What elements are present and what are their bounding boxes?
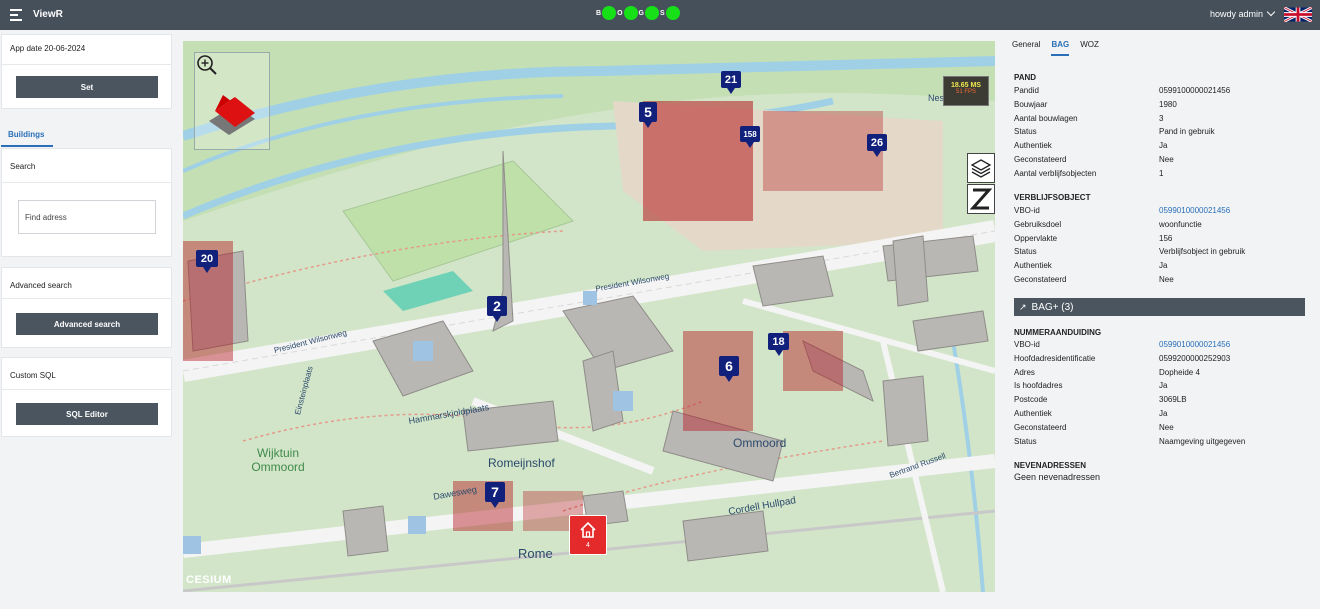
street-label: Ommoord <box>733 436 787 450</box>
fps-ms: 18.65 MS <box>951 82 981 89</box>
status-o: O <box>617 6 638 20</box>
status-dot <box>602 6 617 20</box>
kv-row: Aantal verblijfsobjecten 1 <box>1014 168 1164 178</box>
home-count: 4 <box>586 542 590 549</box>
pand-title: PAND <box>1014 73 1037 82</box>
status-dot <box>644 6 659 20</box>
cluster-marker[interactable]: 158 <box>740 126 760 148</box>
kv-row: Authentiek Ja <box>1014 261 1168 271</box>
kv-row: Is hoofdadres Ja <box>1014 381 1168 391</box>
tab-general[interactable]: General <box>1012 40 1040 56</box>
tab-woz[interactable]: WOZ <box>1080 40 1099 56</box>
layers-button[interactable] <box>967 153 995 183</box>
status-dot <box>623 6 638 20</box>
bag-plus-toggle[interactable]: ↗ BAG+ (3) <box>1014 298 1305 316</box>
selected-home-marker[interactable]: 4 <box>569 515 607 555</box>
tab-underline <box>1 145 172 147</box>
kv-row: Status Naamgeving uitgegeven <box>1014 436 1246 446</box>
status-dot <box>665 6 680 20</box>
layers-icon <box>970 159 992 178</box>
bag-plus-label: BAG+ (3) <box>1031 301 1074 313</box>
kv-row: Oppervlakte 156 <box>1014 233 1173 243</box>
service-status-strip: B O G S <box>596 6 681 20</box>
custom-sql-label: Custom SQL <box>10 371 56 380</box>
map-viewer[interactable]: President Wilsonweg President Wilsonweg … <box>183 41 995 592</box>
fps-value: 51 FPS <box>955 89 976 95</box>
cluster-marker[interactable]: 21 <box>721 71 741 94</box>
kv-row: VBO-id 0599010000021456 <box>1014 204 1245 218</box>
chevron-down-icon <box>1266 7 1276 17</box>
status-g: G <box>639 6 659 20</box>
cluster-marker[interactable]: 2 <box>487 296 507 322</box>
kv-row: Geconstateerd Nee <box>1014 154 1174 164</box>
kv-row: Pandid 0599100000021456 <box>1014 86 1231 95</box>
search-card: Search <box>1 148 172 257</box>
app-date-card: App date 20-06-2024 Set <box>1 34 172 109</box>
z-icon <box>970 188 992 210</box>
pand-table: Pandid 0599100000021456 Bouwjaar 1980 Aant… <box>1014 84 1230 181</box>
street-label: Rome <box>518 546 553 561</box>
tab-bag[interactable]: BAG <box>1051 40 1070 56</box>
kv-row: Aantal bouwlagen 3 <box>1014 113 1164 123</box>
fps-counter: 18.65 MS 51 FPS <box>943 76 989 106</box>
kv-row: Postcode 3069LB <box>1014 395 1187 405</box>
address-search-input[interactable] <box>18 200 156 234</box>
uk-flag-icon[interactable] <box>1284 7 1312 22</box>
top-bar: ViewR B O G S howdy admin <box>0 0 1320 30</box>
user-menu[interactable]: howdy admin <box>1210 7 1276 19</box>
kv-row: Authentiek Ja <box>1014 408 1168 418</box>
expand-icon: ↗ <box>1019 301 1027 312</box>
kv-row: Bouwjaar 1980 <box>1014 99 1177 109</box>
tab-buildings[interactable]: Buildings <box>8 130 44 139</box>
app-date-label: App date 20-06-2024 <box>10 44 86 53</box>
cluster-marker[interactable]: 20 <box>196 250 218 273</box>
search-label: Search <box>10 162 36 171</box>
vbo-table: VBO-id 0599010000021456 Gebruiksdoel woonf… <box>1014 204 1245 287</box>
home-icon <box>580 521 596 538</box>
kv-row: Authentiek Ja <box>1014 141 1168 151</box>
kv-row: Hoofdadresidentificatie 0599200000252903 <box>1014 353 1231 363</box>
divider <box>2 298 171 299</box>
app-title: ViewR <box>33 9 63 20</box>
street-label: Romeijnshof <box>488 456 555 470</box>
status-b: B <box>596 6 617 20</box>
vbo-id-link[interactable]: 0599010000021456 <box>1159 338 1230 352</box>
nummeraanduiding-title: NUMMERAANDUIDING <box>1014 328 1102 337</box>
menu-icon[interactable] <box>10 9 22 21</box>
divider <box>2 389 171 390</box>
map-base <box>183 41 995 592</box>
cesium-logo: CESIUM <box>186 574 232 586</box>
custom-sql-card: Custom SQL SQL Editor <box>1 357 172 437</box>
nevenadressen-value: Geen nevenadressen <box>1014 472 1101 482</box>
kv-row: VBO-id 0599010000021456 <box>1014 338 1245 352</box>
z-scale-button[interactable] <box>967 184 995 214</box>
kv-row: Status Pand in gebruik <box>1014 127 1215 137</box>
divider <box>2 182 171 183</box>
user-name: howdy admin <box>1210 9 1264 19</box>
status-s: S <box>660 6 680 20</box>
cluster-marker[interactable]: 7 <box>485 482 505 508</box>
advanced-search-card: Advanced search Advanced search <box>1 267 172 348</box>
cluster-marker[interactable]: 26 <box>867 134 887 157</box>
kv-row: Adres Dopheide 4 <box>1014 367 1200 377</box>
vbo-id-link[interactable]: 0599010000021456 <box>1159 204 1230 218</box>
kv-row: Geconstateerd Nee <box>1014 422 1174 432</box>
advanced-search-button[interactable]: Advanced search <box>16 313 158 335</box>
detail-tabs: General BAG WOZ <box>1012 40 1110 56</box>
nummeraanduiding-table: VBO-id 0599010000021456 Hoofdadresidentif… <box>1014 338 1245 448</box>
zoom-in-icon[interactable] <box>196 54 218 76</box>
street-label: Wijktuin Ommoord <box>251 446 305 474</box>
advanced-search-label: Advanced search <box>10 281 72 290</box>
set-button[interactable]: Set <box>16 76 158 98</box>
kv-row: Status Verblijfsobject in gebruik <box>1014 247 1246 257</box>
divider <box>2 64 171 65</box>
vbo-title: VERBLIJFSOBJECT <box>1014 193 1091 202</box>
nevenadressen-title: NEVENADRESSEN <box>1014 461 1087 470</box>
sql-editor-button[interactable]: SQL Editor <box>16 403 158 425</box>
kv-row: Geconstateerd Nee <box>1014 274 1174 284</box>
cluster-marker[interactable]: 6 <box>719 356 739 382</box>
cluster-marker[interactable]: 18 <box>768 333 789 356</box>
kv-row: Gebruiksdoel woonfunctie <box>1014 219 1202 229</box>
cluster-marker[interactable]: 5 <box>639 102 657 128</box>
